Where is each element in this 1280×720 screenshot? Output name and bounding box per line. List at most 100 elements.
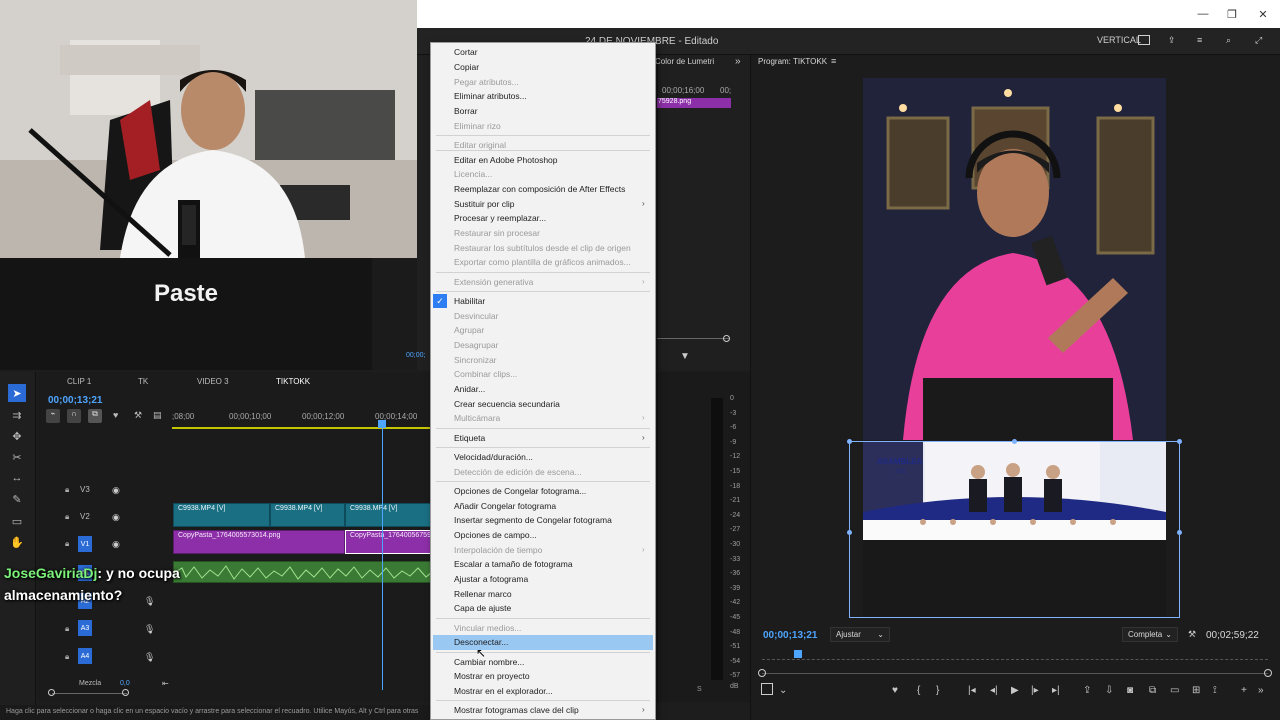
panel-menu-icon[interactable]: ≡: [831, 56, 836, 66]
close-button[interactable]: ✕: [1246, 0, 1280, 28]
eye-icon[interactable]: ◉: [112, 485, 120, 496]
overflow-icon[interactable]: »: [1258, 685, 1264, 696]
search-icon[interactable]: ⌕: [1226, 35, 1231, 46]
menu-item-habilitar[interactable]: Habilitar: [454, 296, 485, 306]
menu-item-mostrar-fotogramas-clave-del-clip[interactable]: Mostrar fotogramas clave del clip: [454, 705, 579, 715]
clip-bar[interactable]: 75928.png: [657, 98, 731, 108]
menu-item-procesar-y-reemplazar[interactable]: Procesar y reemplazar...: [454, 213, 546, 223]
timeline-zoom-scroll[interactable]: [52, 693, 127, 694]
clip-a1[interactable]: [173, 561, 431, 583]
snap-icon[interactable]: ⌁: [46, 409, 60, 423]
eye-icon[interactable]: ◉: [112, 512, 120, 523]
lock-icon[interactable]: 🔒︎: [65, 512, 69, 522]
clip-v2[interactable]: C9938.MP4 [V]: [270, 503, 345, 527]
track-select-icon[interactable]: ⇉: [8, 406, 26, 424]
mic-icon[interactable]: 🎙︎: [144, 652, 155, 663]
transform-handle[interactable]: [1012, 439, 1017, 444]
tab-video-3[interactable]: VIDEO 3: [197, 377, 229, 386]
zoom-scrollbar[interactable]: [657, 338, 729, 339]
mix-value[interactable]: 0,0: [120, 680, 130, 687]
transform-handle[interactable]: [1177, 439, 1182, 444]
zoom-handle-right[interactable]: [1264, 669, 1272, 677]
workspace-vertical[interactable]: VERTICAL: [1097, 35, 1141, 45]
menu-item-borrar[interactable]: Borrar: [454, 106, 478, 116]
mic-icon[interactable]: 🎙︎: [144, 624, 155, 635]
track-v3[interactable]: V3: [80, 485, 90, 494]
razor-tool-icon[interactable]: ✂: [8, 448, 26, 466]
tab-tk[interactable]: TK: [138, 377, 148, 386]
menu-item-cambiar-nombre[interactable]: Cambiar nombre...: [454, 657, 524, 667]
camera-icon[interactable]: ◙: [1127, 685, 1133, 696]
menu-item-ajustar-a-fotograma[interactable]: Ajustar a fotograma: [454, 574, 528, 584]
scroll-handle-left[interactable]: [48, 689, 55, 696]
grid-icon[interactable]: ⊞: [1192, 685, 1200, 696]
linked-selection-icon[interactable]: ⧉: [88, 409, 102, 423]
menu-item-insertar-segmento-de-congelar-fotograma[interactable]: Insertar segmento de Congelar fotograma: [454, 515, 612, 525]
lock-icon[interactable]: 🔒︎: [65, 539, 69, 549]
multicam-icon[interactable]: ▭: [1170, 685, 1179, 696]
work-area-bar[interactable]: [172, 427, 431, 429]
menu-item-editar-en-adobe-photoshop[interactable]: Editar en Adobe Photoshop: [454, 155, 558, 165]
transform-handle[interactable]: [847, 530, 852, 535]
menu-item-anidar[interactable]: Anidar...: [454, 384, 485, 394]
scroll-handle-right[interactable]: [122, 689, 129, 696]
mark-out-icon[interactable]: }: [936, 685, 939, 696]
menu-item-capa-de-ajuste[interactable]: Capa de ajuste: [454, 603, 511, 613]
clip-v2[interactable]: C9938.MP4 [V]: [345, 503, 431, 527]
menu-item-velocidad-duración[interactable]: Velocidad/duración...: [454, 452, 533, 462]
chevron-down-icon[interactable]: ⌄: [779, 685, 787, 696]
pen-tool-icon[interactable]: ✎: [8, 490, 26, 508]
marker-icon[interactable]: ♥: [892, 685, 898, 696]
menu-item-crear-secuencia-secundaria[interactable]: Crear secuencia secundaria: [454, 399, 560, 409]
track-a3[interactable]: A3: [78, 620, 92, 636]
fullscreen-icon[interactable]: ⤢: [1255, 35, 1262, 46]
timeline-timecode[interactable]: 00;00;13;21: [48, 395, 102, 406]
program-playhead[interactable]: [794, 650, 802, 658]
program-ruler[interactable]: [762, 655, 1268, 660]
menu-item-cortar[interactable]: Cortar: [454, 47, 478, 57]
solo-label[interactable]: S: [697, 686, 702, 693]
panel-icon[interactable]: [1138, 35, 1150, 45]
step-forward-icon[interactable]: |▸: [1031, 685, 1039, 696]
maximize-button[interactable]: ❐: [1215, 0, 1249, 28]
panel-overflow-icon[interactable]: »: [735, 56, 741, 67]
tab-tiktokk[interactable]: TIKTOKK: [276, 377, 310, 386]
export-icon[interactable]: ⇪: [1168, 35, 1176, 46]
mix-collapse-icon[interactable]: ⇤: [162, 679, 169, 688]
menu-item-etiqueta[interactable]: Etiqueta: [454, 433, 485, 443]
magnet-icon[interactable]: ∩: [67, 409, 81, 423]
vr-icon[interactable]: ⟟: [1213, 685, 1217, 696]
rectangle-tool-icon[interactable]: ▭: [8, 512, 26, 530]
program-timecode[interactable]: 00;00;13;21: [763, 630, 817, 641]
eye-icon[interactable]: ◉: [112, 539, 120, 550]
marker-icon[interactable]: ♥: [113, 410, 118, 420]
extract-icon[interactable]: ⇩: [1105, 685, 1113, 696]
lock-icon[interactable]: 🔒︎: [65, 624, 69, 634]
lift-icon[interactable]: ⇪: [1083, 685, 1091, 696]
settings-wrench-icon[interactable]: ⚒: [1188, 629, 1196, 640]
quality-dropdown[interactable]: Completa ⌄: [1122, 627, 1178, 642]
ripple-edit-icon[interactable]: ✥: [8, 427, 26, 445]
captions-icon[interactable]: ▤: [153, 410, 162, 421]
menu-item-mostrar-en-el-explorador[interactable]: Mostrar en el explorador...: [454, 686, 553, 696]
clip-v2[interactable]: C9938.MP4 [V]: [173, 503, 270, 527]
menu-item-reemplazar-con-composición-de-after-effects[interactable]: Reemplazar con composición de After Effe…: [454, 184, 625, 194]
menu-icon[interactable]: ≡: [1197, 35, 1202, 45]
track-v2[interactable]: V2: [80, 512, 90, 521]
go-to-in-icon[interactable]: |◂: [968, 685, 976, 696]
filter-icon[interactable]: ▼: [680, 351, 690, 362]
clip-v1-selected[interactable]: CopyPasta_1764005675928.png: [345, 530, 431, 554]
transform-handle[interactable]: [1177, 530, 1182, 535]
selection-tool-icon[interactable]: ➤: [8, 384, 26, 402]
safe-margins-icon[interactable]: [761, 683, 773, 695]
zoom-handle[interactable]: [723, 335, 730, 342]
transform-handle[interactable]: [847, 439, 852, 444]
zoom-bar[interactable]: [762, 673, 1268, 674]
tab-lumetri[interactable]: Color de Lumetri: [655, 57, 714, 66]
track-a4[interactable]: A4: [78, 648, 92, 664]
menu-item-opciones-de-congelar-fotograma[interactable]: Opciones de Congelar fotograma...: [454, 486, 586, 496]
menu-item-añadir-congelar-fotograma[interactable]: Añadir Congelar fotograma: [454, 501, 556, 511]
hand-tool-icon[interactable]: ✋: [8, 533, 26, 551]
program-title[interactable]: Program: TIKTOKK: [758, 57, 827, 66]
lock-icon[interactable]: 🔒︎: [65, 652, 69, 662]
